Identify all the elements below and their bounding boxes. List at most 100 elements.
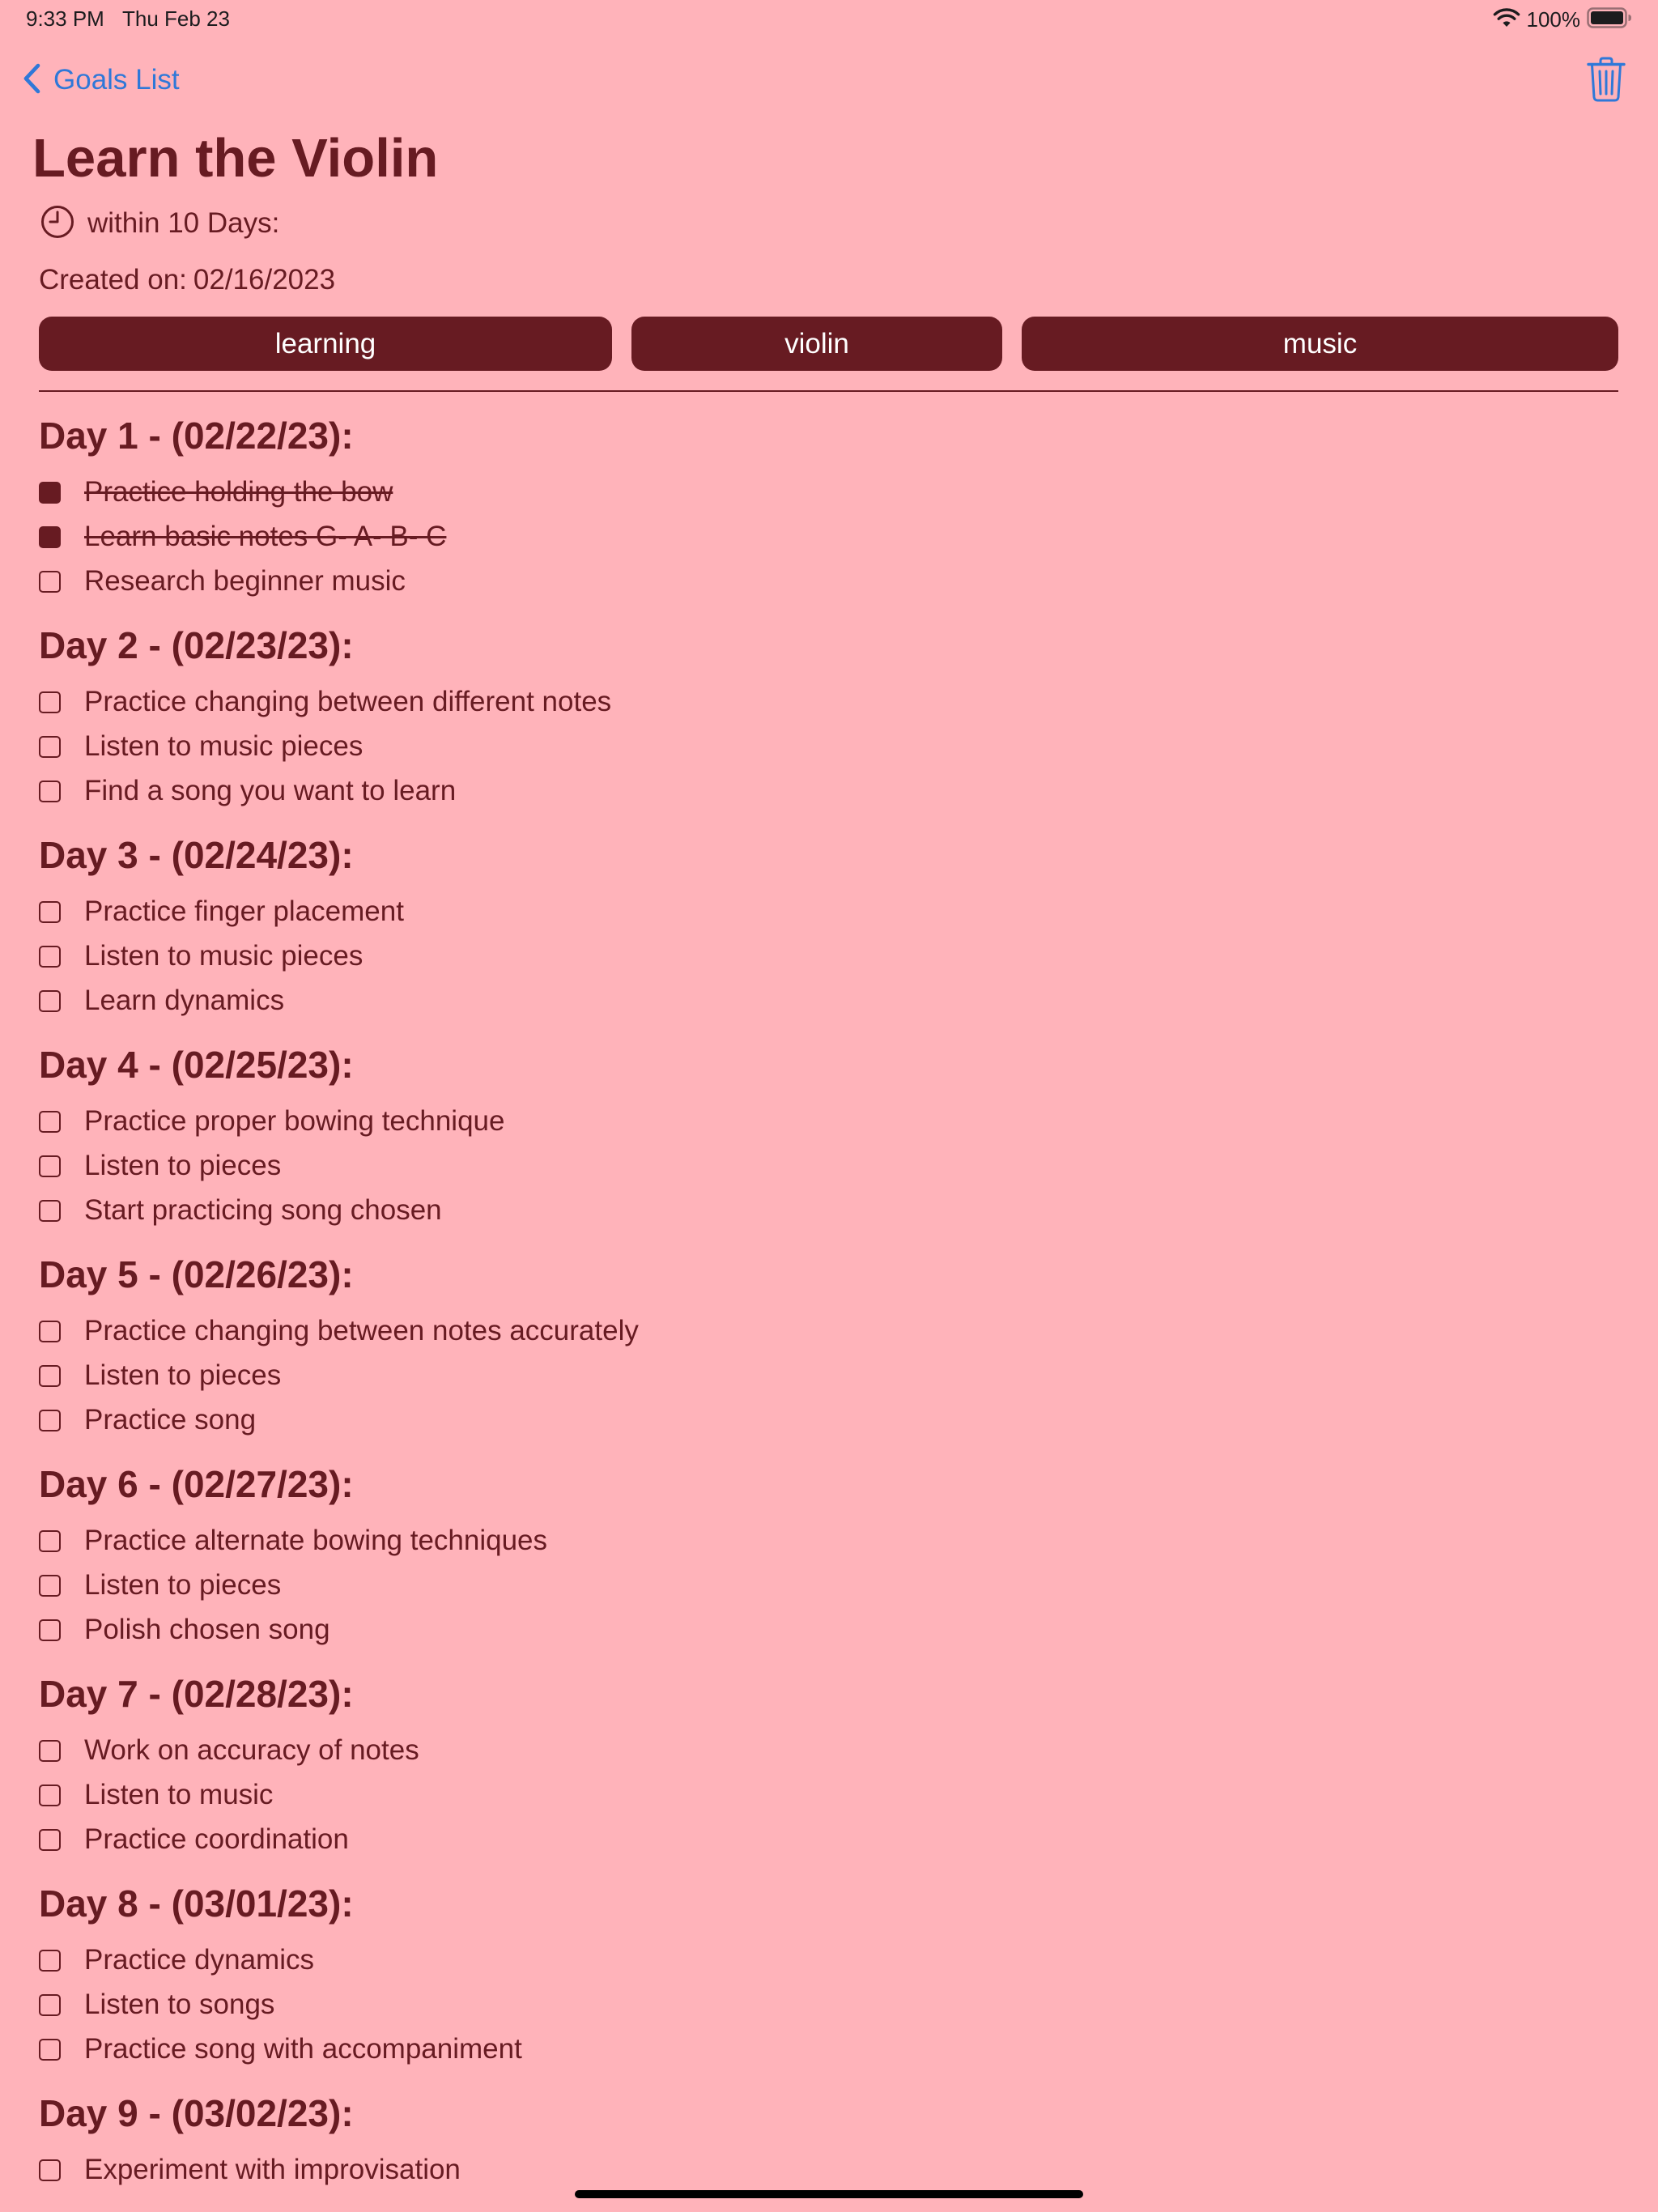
task-checkbox[interactable] — [39, 900, 61, 923]
chevron-left-icon — [21, 62, 53, 99]
task-item[interactable]: Work on accuracy of notes — [39, 1731, 419, 1770]
day-heading: Day 6 - (02/27/23): — [39, 1463, 354, 1505]
task-item[interactable]: Listen to music — [39, 1776, 273, 1814]
day-heading: Day 8 - (03/01/23): — [39, 1882, 354, 1925]
battery-percentage: 100% — [1526, 6, 1581, 32]
home-indicator[interactable] — [575, 2190, 1083, 2198]
task-label: Practice holding the bow — [84, 476, 393, 508]
task-label: Practice changing between different note… — [84, 686, 612, 717]
task-item[interactable]: Practice holding the bow — [39, 473, 393, 512]
task-item[interactable]: Experiment with improvisation — [39, 2150, 461, 2189]
task-checkbox[interactable] — [39, 1574, 61, 1597]
tag-learning[interactable]: learning — [39, 317, 612, 371]
page-title: Learn the Violin — [32, 128, 439, 189]
task-item[interactable]: Find a song you want to learn — [39, 772, 456, 810]
task-checkbox[interactable] — [39, 1949, 61, 1972]
back-button-label: Goals List — [53, 64, 180, 96]
day-heading: Day 1 - (02/22/23): — [39, 415, 354, 457]
task-label: Practice finger placement — [84, 895, 404, 927]
task-item[interactable]: Listen to pieces — [39, 1356, 281, 1395]
task-checkbox[interactable] — [39, 1199, 61, 1222]
task-item[interactable]: Listen to pieces — [39, 1566, 281, 1605]
task-label: Work on accuracy of notes — [84, 1734, 419, 1766]
task-item[interactable]: Practice proper bowing technique — [39, 1102, 504, 1141]
task-checkbox[interactable] — [39, 570, 61, 593]
task-item[interactable]: Practice changing between notes accurate… — [39, 1312, 639, 1351]
back-button[interactable]: Goals List — [21, 60, 180, 100]
task-checkbox[interactable] — [39, 1529, 61, 1552]
delete-goal-button[interactable] — [1587, 57, 1626, 102]
task-label: Practice alternate bowing techniques — [84, 1525, 548, 1556]
task-label: Research beginner music — [84, 565, 406, 597]
task-item[interactable]: Start practicing song chosen — [39, 1191, 442, 1230]
task-label: Learn dynamics — [84, 985, 285, 1016]
task-checkbox[interactable] — [39, 1993, 61, 2016]
task-label: Start practicing song chosen — [84, 1194, 442, 1226]
task-label: Experiment with improvisation — [84, 2154, 461, 2185]
task-checkbox[interactable] — [39, 989, 61, 1012]
day-heading: Day 4 - (02/25/23): — [39, 1044, 354, 1086]
created-row: Created on: 02/16/2023 — [39, 262, 335, 298]
task-item[interactable]: Polish chosen song — [39, 1610, 330, 1649]
task-checkbox[interactable] — [39, 1110, 61, 1133]
battery-icon — [1587, 6, 1632, 32]
task-item[interactable]: Practice changing between different note… — [39, 683, 611, 721]
task-item[interactable]: Practice finger placement — [39, 892, 404, 931]
day-heading: Day 2 - (02/23/23): — [39, 624, 354, 666]
task-label: Listen to music pieces — [84, 730, 363, 762]
task-item[interactable]: Listen to music pieces — [39, 727, 363, 766]
task-label: Practice dynamics — [84, 1944, 314, 1976]
divider — [39, 390, 1618, 392]
task-label: Listen to pieces — [84, 1150, 282, 1181]
task-checkbox[interactable] — [39, 691, 61, 713]
task-label: Practice song — [84, 1404, 257, 1436]
task-item[interactable]: Listen to songs — [39, 1985, 274, 2024]
task-checkbox[interactable] — [39, 1784, 61, 1806]
task-item[interactable]: Practice alternate bowing techniques — [39, 1521, 547, 1560]
task-label: Learn basic notes G- A- B- C — [84, 521, 447, 552]
task-label: Polish chosen song — [84, 1614, 330, 1645]
task-checkbox[interactable] — [39, 1364, 61, 1387]
status-indicators: 100% — [1493, 6, 1633, 32]
task-label: Listen to pieces — [84, 1569, 282, 1601]
task-checkbox[interactable] — [39, 2159, 61, 2181]
trash-icon — [1587, 57, 1626, 102]
tag-music[interactable]: music — [1022, 317, 1618, 371]
task-checkbox[interactable] — [39, 780, 61, 802]
day-heading: Day 7 - (02/28/23): — [39, 1673, 354, 1715]
task-checkbox[interactable] — [39, 1619, 61, 1641]
task-label: Listen to music — [84, 1779, 274, 1810]
task-item[interactable]: Practice song — [39, 1401, 256, 1440]
task-checkbox[interactable] — [39, 1828, 61, 1851]
day-heading: Day 9 - (03/02/23): — [39, 2092, 354, 2134]
task-item[interactable]: Practice dynamics — [39, 1941, 314, 1980]
task-checkbox-checked[interactable] — [39, 481, 61, 504]
task-item[interactable]: Learn basic notes G- A- B- C — [39, 517, 446, 556]
task-label: Listen to pieces — [84, 1359, 282, 1391]
task-checkbox[interactable] — [39, 735, 61, 758]
tag-violin[interactable]: violin — [631, 317, 1002, 371]
task-checkbox[interactable] — [39, 2038, 61, 2061]
task-checkbox[interactable] — [39, 1409, 61, 1431]
task-item[interactable]: Listen to music pieces — [39, 937, 363, 976]
task-item[interactable]: Practice coordination — [39, 1820, 349, 1859]
deadline-text: within 10 Days: — [87, 207, 280, 239]
task-checkbox[interactable] — [39, 1155, 61, 1177]
task-checkbox[interactable] — [39, 1739, 61, 1762]
task-item[interactable]: Learn dynamics — [39, 981, 284, 1020]
clock-icon — [40, 205, 87, 243]
task-item[interactable]: Research beginner music — [39, 562, 406, 601]
status-bar: 9:33 PM Thu Feb 23 100% — [0, 0, 1658, 39]
task-label: Listen to music pieces — [84, 940, 363, 972]
created-label: Created on: — [39, 264, 187, 296]
task-label: Practice song with accompaniment — [84, 2033, 522, 2065]
task-item[interactable]: Practice song with accompaniment — [39, 2030, 522, 2069]
task-item[interactable]: Listen to pieces — [39, 1146, 281, 1185]
task-checkbox[interactable] — [39, 945, 61, 968]
task-label: Practice changing between notes accurate… — [84, 1315, 639, 1346]
status-date: Thu Feb 23 — [122, 6, 230, 31]
task-checkbox-checked[interactable] — [39, 525, 61, 548]
day-heading: Day 5 - (02/26/23): — [39, 1253, 354, 1295]
wifi-icon — [1493, 7, 1527, 32]
task-checkbox[interactable] — [39, 1320, 61, 1342]
